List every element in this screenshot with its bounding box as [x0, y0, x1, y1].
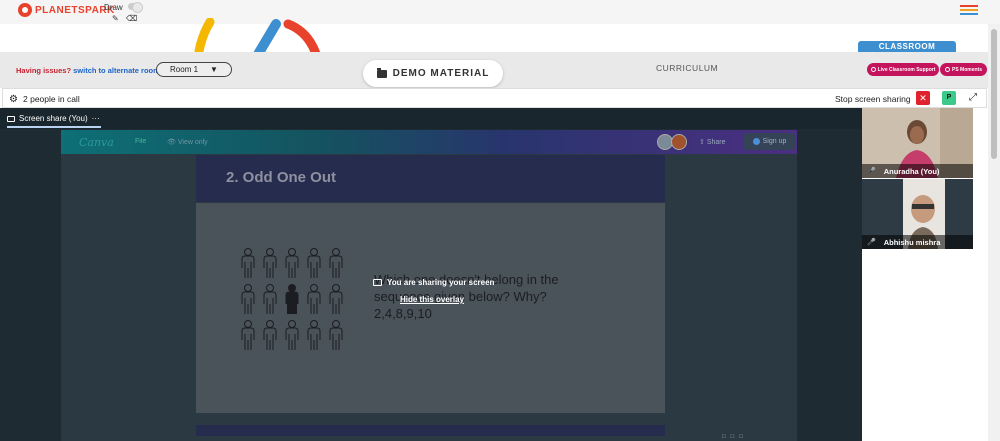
slide-title-bar: 2. Odd One Out	[196, 155, 665, 202]
participant-name: Anuradha (You)	[883, 166, 940, 176]
screen-share-icon	[7, 115, 15, 122]
person-figure	[263, 320, 277, 350]
stop-sharing-button[interactable]: ✕	[916, 91, 930, 105]
camera-icon	[944, 67, 950, 72]
mic-icon: 🎤	[867, 239, 876, 246]
live-support-label: Live Classroom Support	[877, 66, 936, 73]
room-select-value: Room 1	[170, 65, 199, 74]
room-select[interactable]: Room 1 ▼	[156, 62, 232, 77]
person-figure	[241, 248, 255, 278]
person-figure	[307, 248, 321, 278]
issues-message: Having issues? switch to alternate room	[16, 66, 160, 75]
canva-share: ⇧ Share	[699, 139, 726, 146]
draw-toggle[interactable]	[128, 2, 143, 13]
person-figure	[285, 248, 299, 278]
canva-view-only-label: View only	[177, 139, 208, 146]
canva-logo: Canva	[79, 136, 114, 149]
more-options-icon[interactable]: ···	[92, 114, 100, 123]
odd-person-figure	[285, 284, 299, 314]
brand-name: PLANETSPARK	[35, 4, 115, 16]
person-figure	[241, 320, 255, 350]
participant-name: Abhishu mishra	[883, 237, 941, 247]
scrollbar-thumb[interactable]	[991, 29, 997, 159]
support-icon	[870, 67, 876, 72]
top-bar: PLANETSPARK Draw ✎ ⌫	[0, 0, 1000, 24]
tab-curriculum[interactable]: CURRICULUM	[656, 63, 718, 73]
sharing-overlay-message: You are sharing your screen	[373, 278, 494, 287]
person-figure	[263, 248, 277, 278]
slide-title: 2. Odd One Out	[226, 169, 337, 186]
next-slide-edge	[196, 425, 665, 436]
person-figure	[329, 284, 343, 314]
slide-body: Which one doesn't belong in the sequence…	[196, 203, 665, 413]
demo-material-button[interactable]: DEMO MATERIAL	[363, 60, 503, 87]
call-bar: ⚙ 2 people in call Stop screen sharing ✕…	[2, 88, 987, 108]
person-figure	[329, 320, 343, 350]
demo-material-label: DEMO MATERIAL	[392, 68, 490, 79]
avatar	[671, 134, 687, 150]
person-figure	[241, 284, 255, 314]
menu-icon[interactable]	[960, 5, 978, 17]
ps-moments-label: PS Moments	[951, 66, 982, 73]
live-support-button[interactable]: Live Classroom Support	[867, 63, 939, 76]
chevron-down-icon: ▼	[210, 65, 218, 74]
screen-share-stage: Screen share (You) ··· Canva File 👁 View…	[0, 108, 862, 441]
planetspark-logo: PLANETSPARK	[18, 3, 115, 17]
person-figure	[307, 284, 321, 314]
issues-text: Having issues?	[16, 66, 72, 75]
active-tab-underline	[7, 126, 101, 128]
logo-icon	[18, 3, 32, 17]
person-figure	[329, 248, 343, 278]
stop-sharing-label: Stop screen sharing	[835, 94, 911, 104]
sharing-overlay-text: You are sharing your screen	[387, 278, 495, 287]
ps-moments-button[interactable]: PS Moments	[940, 63, 987, 76]
people-count: 2 people in call	[23, 94, 80, 104]
page-scrollbar[interactable]	[988, 24, 1000, 441]
draw-label: Draw	[104, 3, 123, 12]
expand-icon[interactable]: ⤢	[969, 92, 977, 103]
eraser-icon[interactable]: ⌫	[126, 14, 137, 23]
participant-p-button[interactable]: P	[942, 91, 956, 105]
folder-icon	[376, 67, 387, 78]
participant-tile[interactable]: 🎤 Anuradha (You)	[862, 108, 973, 178]
canva-share-label: Share	[706, 139, 726, 146]
mic-icon: 🎤	[867, 168, 876, 175]
pencil-icon[interactable]: ✎	[112, 14, 119, 23]
stage-tab-bar: Screen share (You) ···	[0, 108, 862, 129]
person-figure	[285, 320, 299, 350]
screen-share-tab-label: Screen share (You)	[19, 114, 88, 123]
person-figure	[307, 320, 321, 350]
canva-header: Canva File 👁 View only ⇧ Share Sign up	[61, 130, 797, 154]
screen-share-icon	[373, 279, 382, 286]
google-icon	[752, 138, 760, 145]
number-sequence: 2,4,8,9,10	[374, 306, 432, 321]
participant-label: 🎤 Abhishu mishra	[862, 235, 973, 249]
gear-icon[interactable]: ⚙	[9, 94, 18, 105]
canva-file-menu: File	[135, 138, 147, 145]
participant-label: 🎤 Anuradha (You)	[862, 164, 973, 178]
canva-view-only: 👁 View only	[167, 139, 208, 146]
participant-tile[interactable]: 🎤 Abhishu mishra	[862, 179, 973, 249]
person-figure	[263, 284, 277, 314]
canva-signup-label: Sign up	[762, 138, 787, 145]
switch-room-link[interactable]: switch to alternate room	[73, 66, 160, 75]
participants-panel: 🎤 Anuradha (You) 🎤 Abhishu mishra	[862, 108, 988, 441]
hide-overlay-link[interactable]: Hide this overlay	[400, 295, 464, 304]
page-controls: □ □ □	[722, 434, 743, 440]
canva-signup-button: Sign up	[744, 133, 795, 150]
tab-screen-share[interactable]: Screen share (You) ···	[7, 114, 100, 123]
people-figures-grid	[241, 248, 343, 350]
